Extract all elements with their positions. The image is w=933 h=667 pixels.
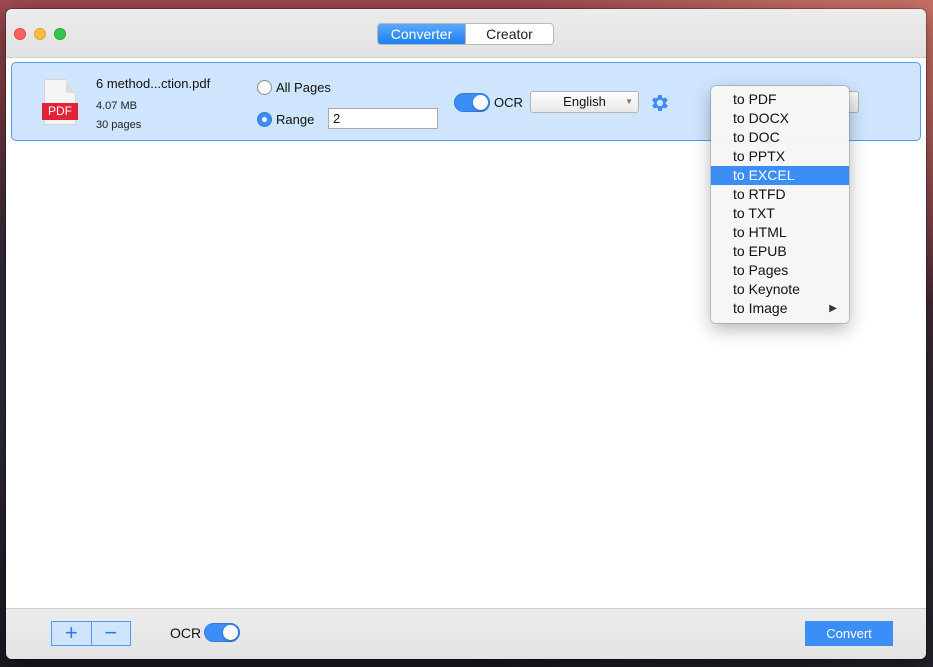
remove-file-button[interactable]: − (90, 622, 131, 645)
menu-item-doc[interactable]: to DOC (711, 128, 849, 147)
menu-item-pptx[interactable]: to PPTX (711, 147, 849, 166)
menu-item-html[interactable]: to HTML (711, 223, 849, 242)
chevron-down-icon: ▼ (625, 97, 633, 106)
add-file-button[interactable]: + (52, 622, 91, 645)
global-ocr-label: OCR (170, 625, 202, 641)
menu-item-epub[interactable]: to EPUB (711, 242, 849, 261)
menu-item-rtfd[interactable]: to RTFD (711, 185, 849, 204)
range-label: Range (276, 112, 315, 127)
file-name: 6 method...ction.pdf (96, 76, 211, 91)
ocr-label: OCR (494, 95, 523, 110)
tab-creator[interactable]: Creator (465, 24, 553, 44)
close-window-button[interactable] (14, 28, 26, 40)
menu-item-image[interactable]: to Image ▶ (711, 299, 849, 318)
file-size: 4.07 MB (96, 100, 137, 112)
language-select[interactable]: English ▼ (530, 91, 639, 113)
menu-item-pdf[interactable]: to PDF (711, 90, 849, 109)
all-pages-radio[interactable] (257, 80, 272, 95)
zoom-window-button[interactable] (54, 28, 66, 40)
output-format-menu: to PDF to DOCX to DOC to PPTX to EXCEL t… (711, 86, 849, 323)
submenu-arrow-icon: ▶ (829, 303, 837, 314)
ocr-toggle[interactable] (454, 93, 490, 112)
menu-item-txt[interactable]: to TXT (711, 204, 849, 223)
add-remove-control: + − (51, 621, 131, 646)
menu-item-keynote[interactable]: to Keynote (711, 280, 849, 299)
global-ocr-toggle[interactable] (204, 623, 240, 642)
pdf-file-icon: PDF (42, 79, 78, 125)
range-input[interactable]: 2 (328, 108, 438, 129)
gear-icon[interactable] (648, 92, 670, 114)
titlebar: Converter Creator (6, 9, 926, 58)
menu-item-image-label: to Image (733, 300, 788, 316)
language-value: English (563, 94, 606, 109)
all-pages-label: All Pages (276, 80, 331, 95)
range-radio[interactable] (257, 112, 272, 127)
menu-item-docx[interactable]: to DOCX (711, 109, 849, 128)
pdf-badge: PDF (42, 103, 78, 120)
bottom-toolbar: + − OCR Convert (6, 608, 926, 659)
menu-item-excel[interactable]: to EXCEL (711, 166, 849, 185)
mode-segmented-control: Converter Creator (377, 23, 554, 45)
minimize-window-button[interactable] (34, 28, 46, 40)
convert-button[interactable]: Convert (805, 621, 893, 646)
tab-converter[interactable]: Converter (378, 24, 465, 44)
menu-item-pages[interactable]: to Pages (711, 261, 849, 280)
file-page-count: 30 pages (96, 119, 142, 131)
